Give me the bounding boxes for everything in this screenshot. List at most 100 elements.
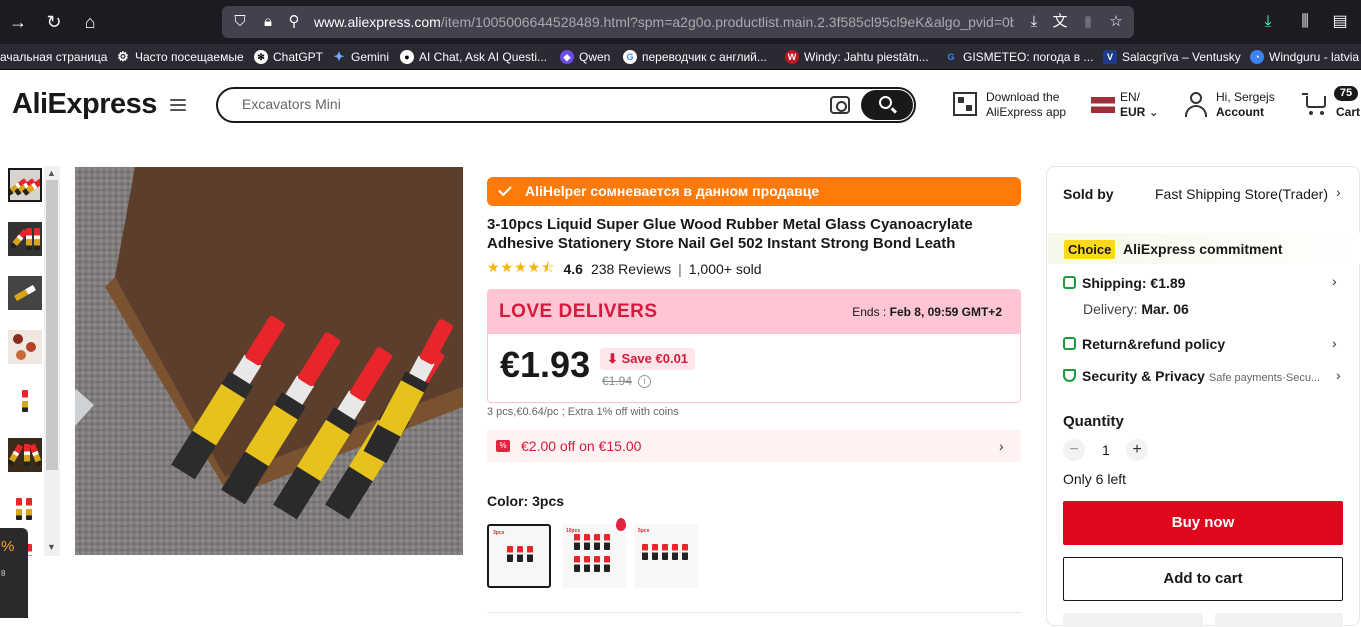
bookmark-frequent[interactable]: ⚙ Часто посещаемые (116, 48, 243, 66)
url-text[interactable]: www.aliexpress.com/item/1005006644528489… (314, 14, 1014, 30)
swatch-5pcs[interactable]: 5pcs (634, 524, 698, 588)
gear-icon: ⚙ (117, 49, 129, 64)
search-button[interactable] (861, 90, 913, 120)
return-policy-row[interactable]: Return&refund policy (1063, 336, 1225, 352)
save-badge: ⬇ Save €0.01 (600, 348, 696, 370)
user-greeting: Hi, Sergejs (1216, 90, 1275, 104)
bookmark-windguru[interactable]: ◔ Windguru - latvia (1250, 48, 1359, 66)
chevron-down-icon: ⌄ (1148, 105, 1159, 119)
search-input[interactable]: Excavators Mini (242, 96, 341, 112)
old-price: €1.94 (602, 374, 633, 388)
info-icon[interactable]: i (638, 375, 651, 388)
ends-value: Feb 8, 09:59 GMT+2 (889, 305, 1002, 319)
swatch-3pcs[interactable]: 3pcs (487, 524, 551, 588)
coupon-text: €2.00 off on €15.00 (521, 438, 642, 454)
language-currency-selector[interactable]: EN/ EUR ⌄ (1120, 90, 1159, 120)
shipping-row[interactable]: Shipping: €1.89 (1063, 275, 1185, 291)
latvia-flag-icon[interactable] (1091, 97, 1115, 113)
aliexpress-logo[interactable]: AliExpress (12, 88, 157, 121)
rating-score: 4.6 (563, 261, 583, 277)
user-icon[interactable] (1184, 92, 1208, 118)
thumbnail-6[interactable] (8, 438, 42, 472)
lock-icon[interactable]: 🔒︎ (258, 12, 278, 32)
cart-label[interactable]: Cart (1336, 105, 1360, 120)
account-link[interactable]: Hi, Sergejs Account (1216, 90, 1275, 120)
quantity-value[interactable]: 1 (1102, 442, 1110, 458)
decrease-quantity-button[interactable]: − (1063, 439, 1085, 461)
wishlist-button[interactable] (1215, 613, 1343, 627)
chevron-right-icon[interactable]: › (1332, 273, 1337, 289)
home-icon[interactable]: ⌂ (78, 10, 102, 34)
thumbnail-2[interactable] (8, 222, 42, 256)
bookmark-star-icon[interactable]: ☆ (1106, 12, 1126, 32)
swatch-label: 3pcs (493, 530, 505, 536)
ai-chat-icon: ● (400, 50, 414, 64)
thumbnail-5[interactable] (8, 384, 42, 418)
bookmark-ai-chat[interactable]: ● AI Chat, Ask AI Questi... (400, 48, 547, 66)
bookmark-start-page[interactable]: ачальная страница (0, 48, 107, 66)
increase-quantity-button[interactable]: + (1126, 439, 1148, 461)
chevron-right-icon[interactable]: › (1336, 184, 1341, 200)
qr-code-icon[interactable] (953, 92, 977, 116)
shield-icon[interactable]: ⛉ (230, 12, 250, 32)
main-product-image[interactable] (75, 167, 463, 555)
download-line2: AliExpress app (986, 105, 1067, 119)
save-page-icon[interactable]: ⤓ (1024, 12, 1044, 32)
currency-label: EUR (1120, 105, 1146, 119)
deal-banner: LOVE DELIVERS Ends : Feb 8, 09:59 GMT+2 (488, 290, 1020, 334)
choice-badge: Choice (1064, 240, 1116, 259)
search-bar[interactable]: Excavators Mini (216, 87, 916, 123)
sidebar-icon[interactable]: ▤ (1328, 10, 1352, 34)
cart-icon[interactable] (1302, 92, 1328, 116)
forward-icon[interactable]: → (6, 10, 30, 34)
quantity-label: Quantity (1063, 413, 1124, 430)
security-text: Security & Privacy (1082, 368, 1205, 384)
fire-icon (616, 518, 626, 531)
alihelper-warning-bar[interactable]: AliHelper сомневается в данном продавце (487, 177, 1021, 206)
swatch-10pcs[interactable]: 10pcs (562, 524, 626, 588)
share-button[interactable] (1063, 613, 1203, 627)
translate-icon[interactable]: 文 (1050, 12, 1070, 32)
scroll-down-icon[interactable]: ▼ (47, 542, 56, 552)
product-title: 3-10pcs Liquid Super Glue Wood Rubber Me… (487, 216, 973, 252)
check-icon (498, 182, 512, 197)
bookmark-translator[interactable]: Gпереводчик с англий... (623, 48, 767, 66)
scrollbar-thumb[interactable] (46, 180, 58, 470)
thumbnail-3[interactable] (8, 276, 42, 310)
camera-search-icon[interactable] (830, 96, 850, 114)
bookmark-windy[interactable]: W Windy: Jahtu piestātn... (785, 48, 929, 66)
bookmark-chatgpt[interactable]: ✻ ChatGPT (254, 48, 323, 66)
bookmark-label: Salacgrīva – Ventusky (1122, 50, 1241, 64)
downloads-icon[interactable]: ⤓ (1256, 10, 1280, 34)
address-bar[interactable]: ⛉ 🔒︎ ⚲ www.aliexpress.com/item/100500664… (222, 6, 1134, 38)
chevron-right-icon[interactable]: › (1332, 335, 1337, 351)
commitment-text: AliExpress commitment (1123, 241, 1283, 257)
store-link[interactable]: Fast Shipping Store(Trader) (1155, 186, 1328, 202)
side-widget-sub: 8 (1, 569, 6, 578)
thumbnail-scrollbar[interactable]: ▲ ▼ (44, 166, 60, 556)
bookmark-ventusky[interactable]: V Salacgrīva – Ventusky (1103, 48, 1241, 66)
shipping-text: Shipping: €1.89 (1082, 275, 1186, 291)
library-icon[interactable]: ⫼ (1293, 10, 1317, 34)
side-widget[interactable]: % 8 (0, 528, 28, 618)
bookmark-gismeteo[interactable]: G GISMETEO: погода в ... (944, 48, 1093, 66)
bookmark-gemini[interactable]: ✦ Gemini (332, 48, 389, 66)
reviews-link[interactable]: 238 Reviews (591, 261, 671, 277)
menu-icon[interactable] (170, 99, 186, 113)
chevron-right-icon[interactable]: › (1336, 367, 1341, 383)
reader-icon[interactable]: ▮ (1078, 12, 1098, 32)
thumbnail-7[interactable] (8, 492, 42, 526)
bookmark-qwen[interactable]: ◆ Qwen (560, 48, 610, 66)
permissions-icon[interactable]: ⚲ (284, 12, 304, 32)
security-row[interactable]: Security & Privacy Safe payments·Secu... (1063, 368, 1320, 384)
thumbnail-1[interactable] (8, 168, 42, 202)
thumbnail-4[interactable] (8, 330, 42, 364)
search-icon (879, 96, 892, 109)
download-app-link[interactable]: Download the AliExpress app (986, 90, 1066, 120)
account-label: Account (1216, 105, 1264, 119)
scroll-up-icon[interactable]: ▲ (47, 168, 56, 178)
reload-icon[interactable]: ↻ (42, 10, 66, 34)
add-to-cart-button[interactable]: Add to cart (1063, 557, 1343, 601)
buy-now-button[interactable]: Buy now (1063, 501, 1343, 545)
coupon-bar[interactable]: % €2.00 off on €15.00 › (487, 430, 1021, 462)
